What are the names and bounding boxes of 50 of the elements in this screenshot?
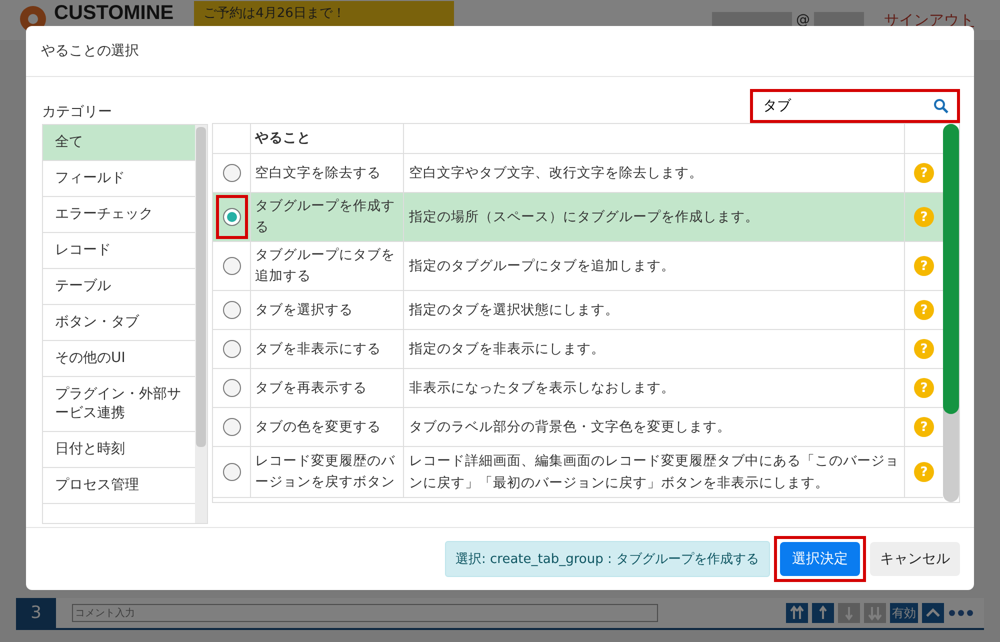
table-cell: 指定の場所（スペース）にタブグループを作成します。: [404, 193, 905, 241]
selection-status: 選択: create_tab_group : タブグループを作成する: [444, 541, 770, 577]
confirm-button[interactable]: 選択決定: [780, 542, 860, 576]
table-cell: 指定のタブグループにタブを追加します。: [404, 242, 905, 290]
table-cell: 空白文字を除去する: [251, 154, 404, 192]
radio-button[interactable]: [222, 301, 240, 319]
table-cell: タブのラベル部分の背景色・文字色を変更します。: [404, 408, 905, 446]
user-email: @: [796, 12, 810, 28]
more-icon[interactable]: [948, 609, 974, 617]
radio-button[interactable]: [222, 463, 240, 481]
table-cell: タブを再表示する: [251, 369, 404, 407]
table-cell: タブグループにタブを追加する: [251, 242, 404, 290]
table-cell: レコード詳細画面、編集画面のレコード変更履歴タブ中にある「このバージョンに戻す」「最初のバージョンに戻す」ボタンを非表示にします。: [404, 447, 905, 497]
table-cell: タブを非表示にする: [251, 330, 404, 368]
scrollbar-thumb[interactable]: [943, 124, 959, 414]
table-cell: 空白文字やタブ文字、改行文字を除去します。: [404, 154, 905, 192]
chevron-up-icon[interactable]: [922, 603, 944, 623]
column-header: やること: [251, 124, 404, 153]
radio-button[interactable]: [222, 164, 240, 182]
radio-button[interactable]: [222, 418, 240, 436]
radio-button[interactable]: [222, 379, 240, 397]
double-arrow-up-icon[interactable]: [786, 603, 808, 623]
table-cell: レコード変更履歴のバージョンを戻すボタン: [251, 447, 404, 497]
table-cell: タブの色を変更する: [251, 408, 404, 446]
logo-text: CUSTOMINE: [54, 2, 174, 24]
scrollbar-thumb[interactable]: [196, 127, 206, 447]
cancel-button[interactable]: キャンセル: [870, 542, 960, 576]
table-row[interactable]: タブを非表示にする 指定のタブを非表示にします。 ?: [213, 330, 943, 369]
search-icon[interactable]: [933, 98, 949, 114]
table-cell: 指定のタブを選択状態にします。: [404, 291, 905, 329]
table-row[interactable]: タブを再表示する 非表示になったタブを表示しなおします。 ?: [213, 369, 943, 408]
table-cell: タブグループを作成する: [251, 193, 404, 241]
table-row[interactable]: タブグループを作成する 指定の場所（スペース）にタブグループを作成します。 ?: [213, 193, 943, 242]
comment-input[interactable]: コメント入力: [72, 604, 658, 622]
search-field[interactable]: タブ: [750, 89, 960, 123]
table-row[interactable]: タブグループにタブを追加する 指定のタブグループにタブを追加します。 ?: [213, 242, 943, 291]
step-number: 3: [16, 598, 56, 628]
radio-button[interactable]: [222, 340, 240, 358]
category-label: カテゴリー: [42, 103, 113, 121]
radio-button[interactable]: [222, 257, 240, 275]
radio-button[interactable]: [222, 208, 240, 226]
arrow-up-icon[interactable]: [812, 603, 834, 623]
table-cell: 指定のタブを非表示にします。: [404, 330, 905, 368]
dialog-title: やることの選択: [41, 42, 139, 60]
category-item[interactable]: 全て: [43, 125, 195, 161]
table-row[interactable]: レコード変更履歴のバージョンを戻すボタン レコード詳細画面、編集画面のレコード変更履歴タブ中にある「このバージョンに戻す」「最初のバージョンに戻す」ボタンを非表示にします。 ?: [213, 447, 943, 498]
table-row[interactable]: タブの色を変更する タブのラベル部分の背景色・文字色を変更します。 ?: [213, 408, 943, 447]
table-row[interactable]: タブを選択する 指定のタブを選択状態にします。 ?: [213, 291, 943, 330]
table-cell: タブを選択する: [251, 291, 404, 329]
table-cell: 非表示になったタブを表示しなおします。: [404, 369, 905, 407]
